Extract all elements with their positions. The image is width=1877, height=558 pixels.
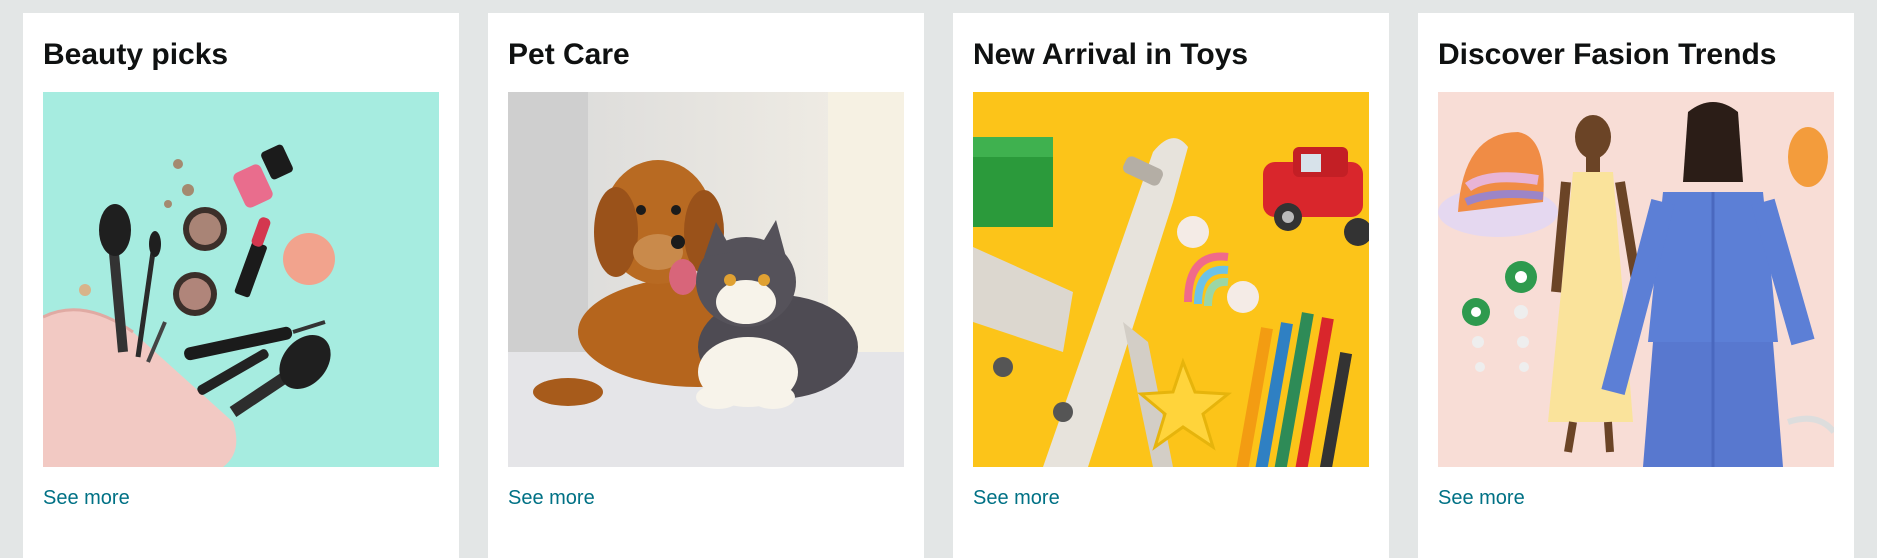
card-toys: New Arrival in Toys See more xyxy=(953,13,1389,558)
card-fashion-trends: Discover Fasion Trends See more xyxy=(1418,13,1854,558)
card-title: Pet Care xyxy=(508,38,630,71)
dog-and-cat-image xyxy=(508,92,904,467)
see-more-link[interactable]: See more xyxy=(973,486,1060,510)
toys-image-link[interactable] xyxy=(973,92,1369,467)
card-title: New Arrival in Toys xyxy=(973,38,1249,71)
fashion-models-image xyxy=(1438,92,1834,467)
category-cards-row: Beauty picks See more Pet Care See more … xyxy=(0,0,1877,558)
see-more-link[interactable]: See more xyxy=(43,486,130,510)
card-pet-care: Pet Care See more xyxy=(488,13,924,558)
see-more-link[interactable]: See more xyxy=(1438,486,1525,510)
card-title: Beauty picks xyxy=(43,38,229,71)
see-more-link[interactable]: See more xyxy=(508,486,595,510)
card-title: Discover Fasion Trends xyxy=(1438,38,1777,71)
cosmetics-bag-with-makeup-image xyxy=(43,92,439,467)
beauty-picks-image-link[interactable] xyxy=(43,92,439,467)
card-beauty-picks: Beauty picks See more xyxy=(23,13,459,558)
toy-airplane-and-car-image xyxy=(973,92,1369,467)
fashion-trends-image-link[interactable] xyxy=(1438,92,1834,467)
pet-care-image-link[interactable] xyxy=(508,92,904,467)
